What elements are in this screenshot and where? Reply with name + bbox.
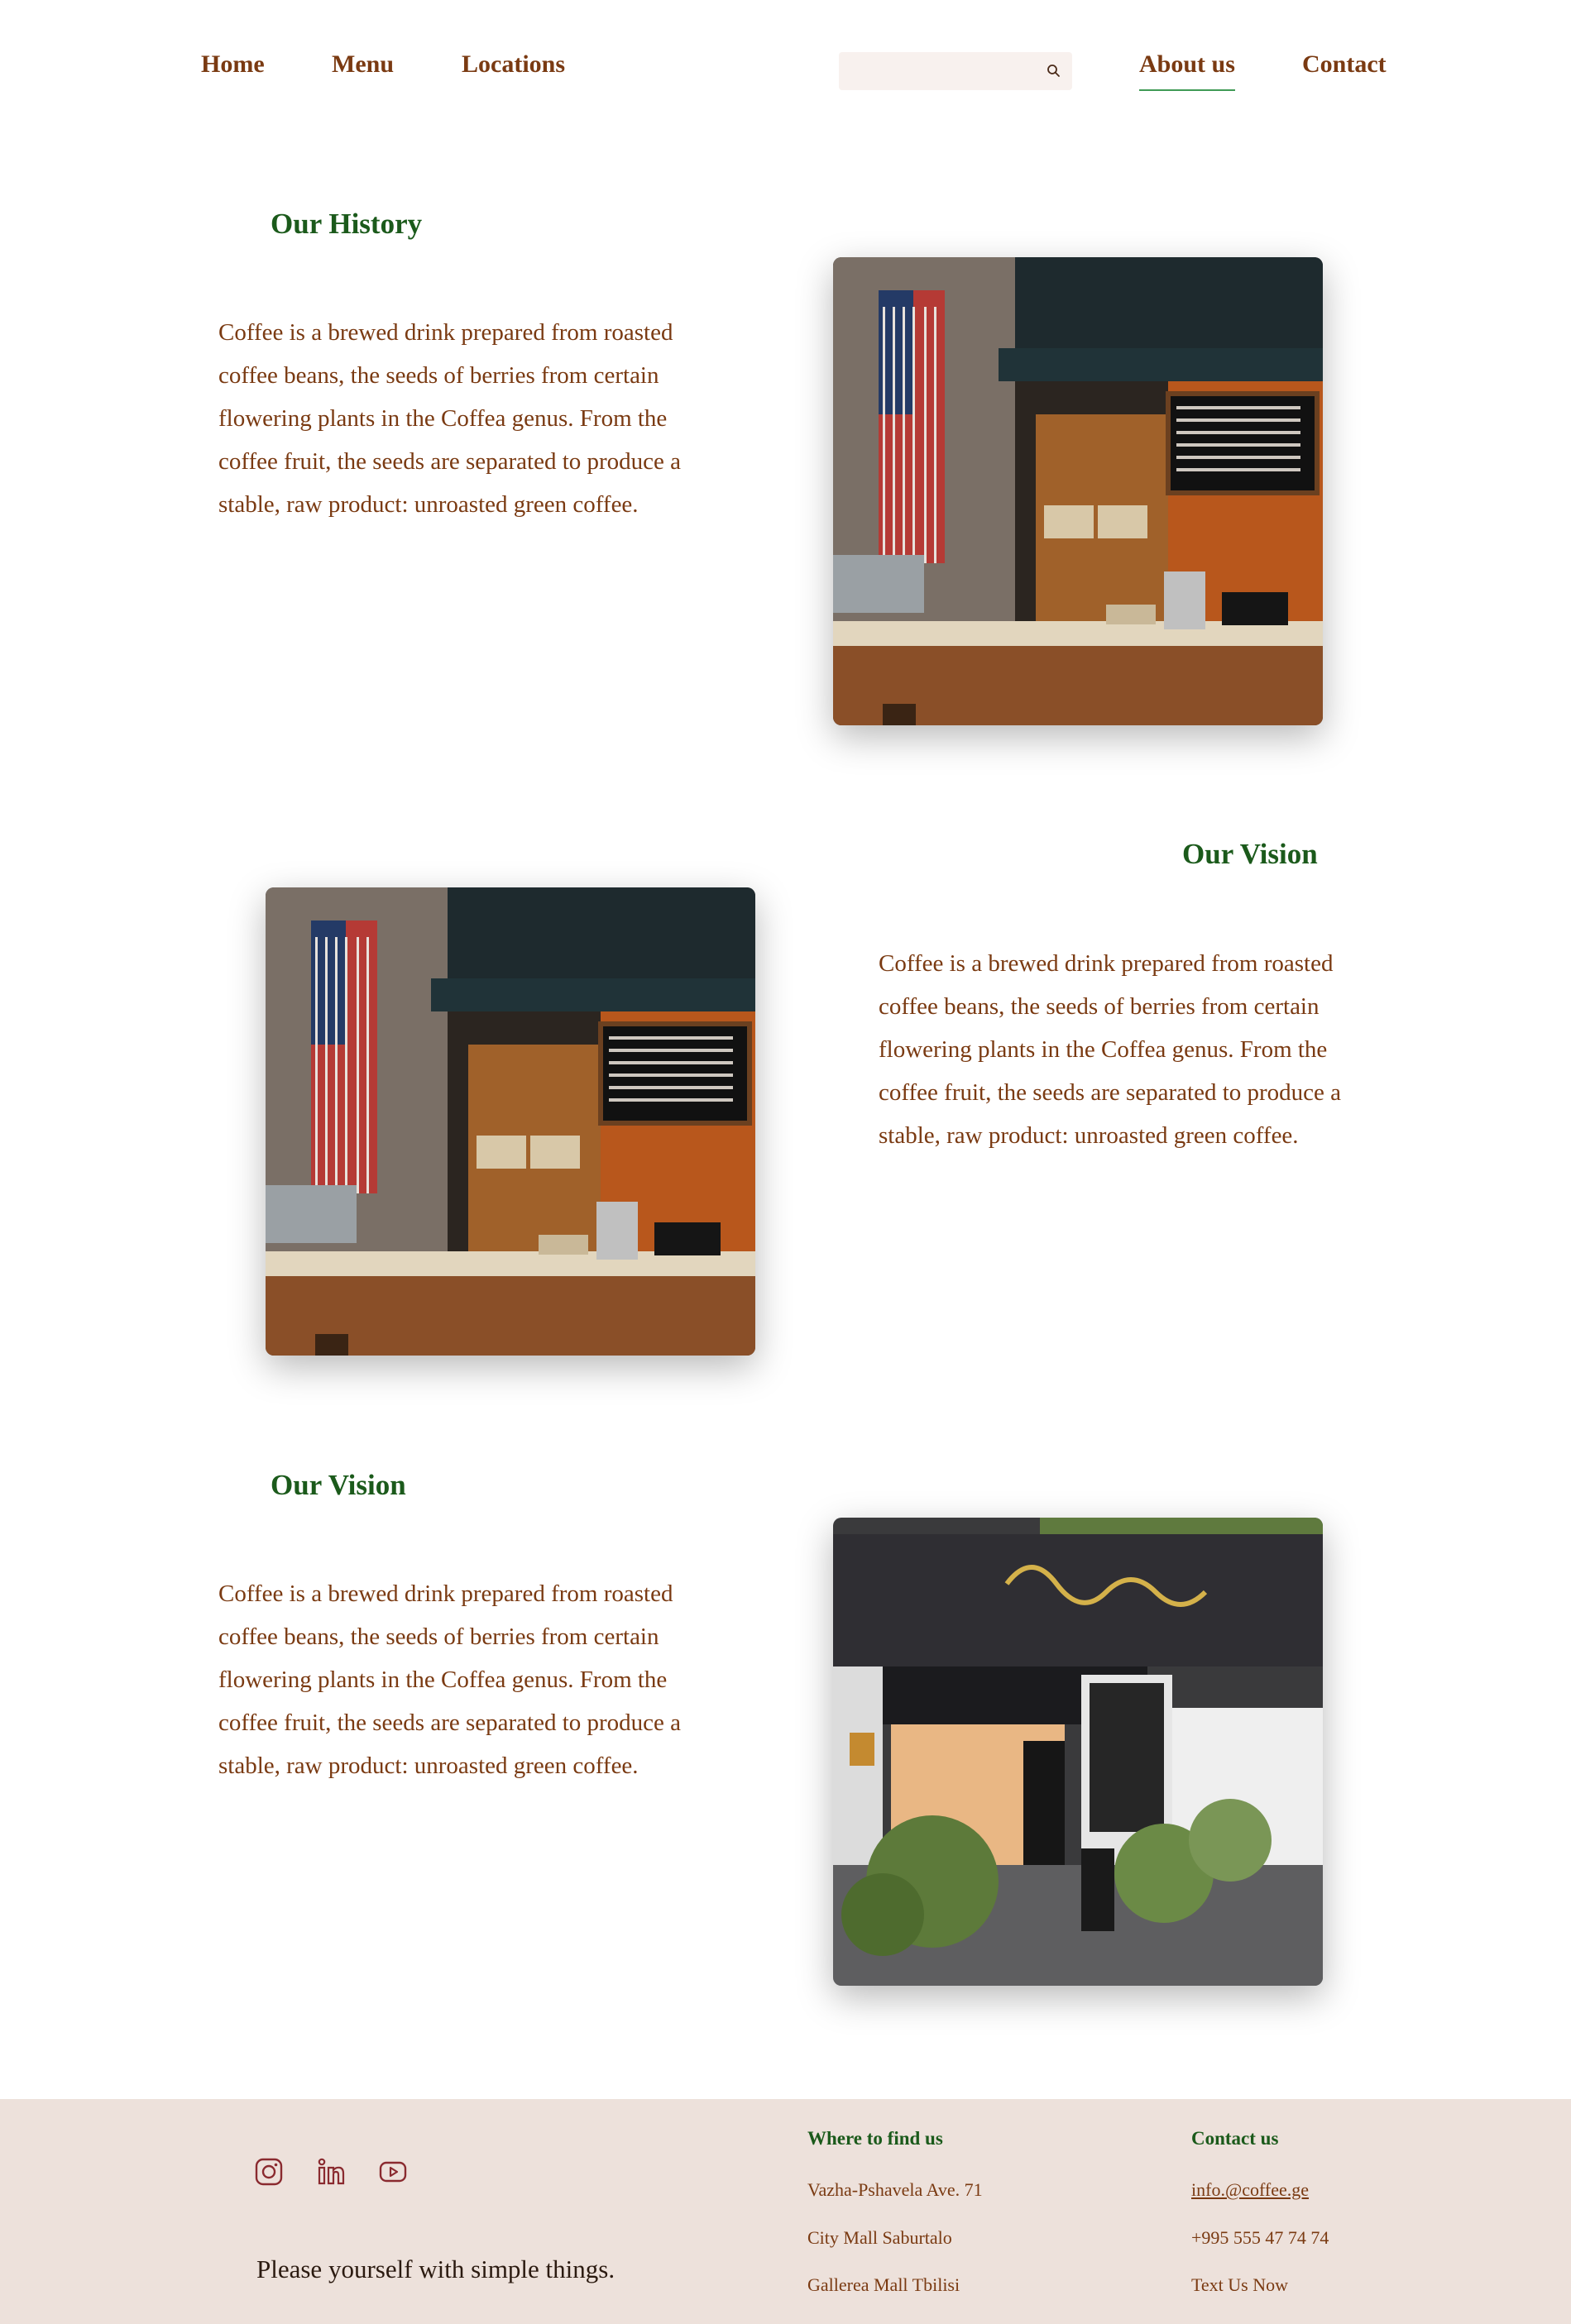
instagram-icon[interactable]	[254, 2157, 284, 2187]
search-icon[interactable]	[1044, 61, 1064, 81]
coffee-bar-photo	[266, 887, 755, 1356]
storefront-photo	[833, 1518, 1323, 1986]
location-item: City Mall Saburtalo	[807, 2227, 952, 2248]
top-navigation: Home Menu Locations About us Contact	[0, 0, 1571, 124]
text-us-link[interactable]: Text Us Now	[1191, 2274, 1288, 2296]
phone-number: +995 555 47 74 74	[1191, 2227, 1329, 2248]
footer-tagline: Please yourself with simple things.	[256, 2255, 615, 2283]
section-heading: Our History	[271, 208, 423, 240]
location-item: Vazha-Pshavela Ave. 71	[807, 2179, 983, 2200]
section-text: Coffee is a brewed drink prepared from r…	[218, 1580, 682, 1779]
search-box	[839, 52, 1072, 90]
footer-column-title: Contact us	[1191, 2128, 1279, 2149]
nav-home-link[interactable]: Home	[201, 50, 265, 79]
nav-menu-link[interactable]: Menu	[332, 50, 394, 79]
search-input[interactable]	[849, 59, 1034, 85]
section-heading: Our Vision	[271, 1469, 406, 1501]
linkedin-icon[interactable]	[316, 2157, 346, 2187]
footer: Please yourself with simple things. Wher…	[0, 2099, 1571, 2324]
coffee-bar-photo	[833, 257, 1323, 725]
nav-about-link[interactable]: About us	[1139, 50, 1235, 91]
nav-locations-link[interactable]: Locations	[462, 50, 565, 79]
section-text: Coffee is a brewed drink prepared from r…	[879, 950, 1342, 1149]
section-text: Coffee is a brewed drink prepared from r…	[218, 319, 682, 518]
location-item: Gallerea Mall Tbilisi	[807, 2274, 960, 2295]
section-heading: Our Vision	[1182, 838, 1318, 870]
nav-contact-link[interactable]: Contact	[1302, 50, 1387, 79]
footer-column-title: Where to find us	[807, 2128, 943, 2149]
email-link[interactable]: info.@coffee.ge	[1191, 2179, 1309, 2201]
youtube-icon[interactable]	[378, 2157, 408, 2187]
